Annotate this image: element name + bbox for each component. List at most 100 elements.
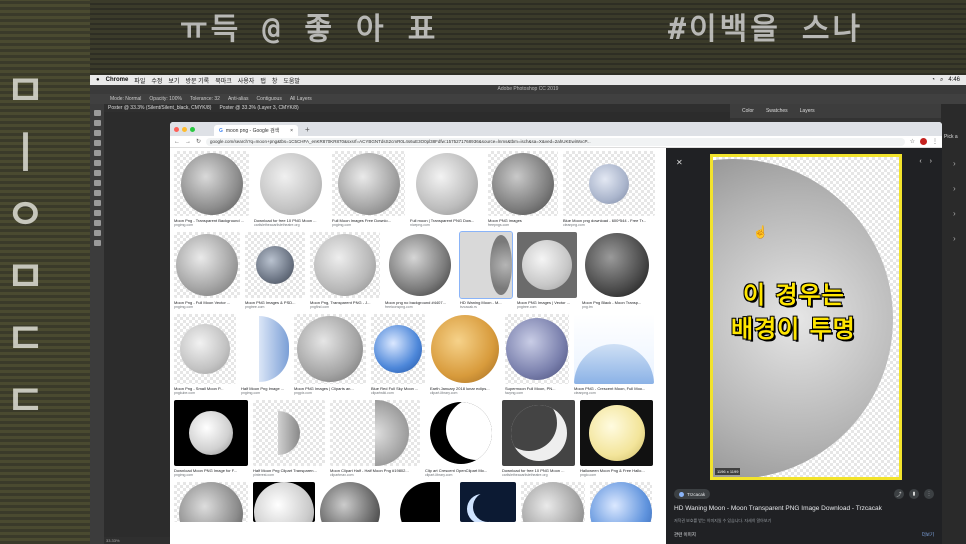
browser-tab[interactable]: G moon png - Google 검색 × bbox=[214, 125, 298, 136]
result-item[interactable]: Moon PNG - Crescent Moon, Full Moo... cl… bbox=[574, 314, 654, 395]
share-icon[interactable]: ⤴ bbox=[894, 489, 904, 499]
menubar-clock[interactable]: 4:46 bbox=[948, 77, 960, 84]
menu-item-view[interactable]: 보기 bbox=[168, 76, 179, 85]
option-opacity[interactable]: Opacity: 100% bbox=[149, 96, 182, 102]
result-item[interactable] bbox=[253, 482, 315, 522]
result-item[interactable]: Blue Moon png download - 600*544 - Free … bbox=[563, 151, 655, 227]
result-item[interactable]: Moon Png - Small Moon P... pngkube.com bbox=[174, 314, 236, 395]
doc-tab-1[interactable]: Poster @ 33.3% (Silent/Silent_black, CMY… bbox=[108, 105, 211, 111]
panel-tab-swatches[interactable]: Swatches bbox=[766, 108, 788, 114]
reload-icon[interactable]: ↻ bbox=[196, 138, 201, 145]
result-item[interactable]: Earth January 2018 lunar eclips... clipa… bbox=[430, 314, 500, 395]
lasso-tool-icon[interactable] bbox=[93, 130, 101, 136]
result-item[interactable]: Download Moon PNG Image for F... pngimg.… bbox=[174, 400, 248, 477]
chevron-left-icon[interactable]: ‹ bbox=[919, 158, 921, 165]
more-options-icon[interactable]: ⋮ bbox=[924, 489, 934, 499]
result-item[interactable]: Download for free 10 PNG Moon ... carlis… bbox=[502, 400, 575, 477]
result-item[interactable]: Moon PNG Images | Vector ... pngtree.com bbox=[517, 232, 577, 309]
option-contiguous[interactable]: Contiguous bbox=[257, 96, 282, 102]
search-icon[interactable]: ⌕ bbox=[940, 77, 943, 84]
result-item[interactable] bbox=[590, 482, 652, 522]
preview-title[interactable]: HD Waning Moon - Moon Transparent PNG Im… bbox=[674, 505, 882, 512]
result-item[interactable]: Moon Clipart Half - Half Moon Png #19802… bbox=[330, 400, 420, 477]
result-item[interactable]: Moon Png - Full Moon Vector ... pngimg.c… bbox=[174, 232, 240, 309]
close-icon[interactable]: ✕ bbox=[676, 158, 683, 167]
menu-item-people[interactable]: 사용자 bbox=[238, 76, 255, 85]
maximize-window-icon[interactable] bbox=[190, 126, 195, 132]
menu-app-name[interactable]: Chrome bbox=[106, 77, 129, 83]
result-item[interactable]: Moon PNG Images & PSD... pngtree.com bbox=[245, 232, 305, 309]
menu-item-file[interactable]: 파일 bbox=[134, 76, 145, 85]
source-site-chip[interactable]: Trzcacak bbox=[674, 489, 711, 499]
hand-tool-icon[interactable] bbox=[93, 230, 101, 236]
minimize-window-icon[interactable] bbox=[182, 126, 187, 132]
result-item[interactable]: Full Moon Images Free Downlo... pngimg.c… bbox=[332, 151, 405, 227]
result-item[interactable]: Halloween Moon Png & Free Hallo... pngio… bbox=[580, 400, 653, 477]
move-tool-icon[interactable] bbox=[93, 110, 101, 116]
menu-item-window[interactable]: 창 bbox=[272, 76, 278, 85]
result-item[interactable]: Moon png no background #4407... freeicon… bbox=[385, 232, 455, 309]
moon-thumbnail bbox=[254, 482, 314, 522]
result-item[interactable] bbox=[385, 482, 455, 522]
menu-item-edit[interactable]: 수정 bbox=[151, 76, 162, 85]
result-item[interactable]: Moon PNG Images | Cliparts an... pngpix.… bbox=[294, 314, 366, 395]
result-item[interactable]: Moon Png Black - Moon Transp... png.tm bbox=[582, 232, 652, 309]
bookmark-icon[interactable]: ▮ bbox=[909, 489, 919, 499]
result-item[interactable]: Full moon | Transparent PNG Dow... nicep… bbox=[410, 151, 483, 227]
result-item[interactable] bbox=[320, 482, 380, 522]
result-item[interactable]: Moon Png, Transparent PNG - J... pngfind… bbox=[310, 232, 380, 309]
new-tab-icon[interactable]: + bbox=[305, 125, 310, 134]
result-item[interactable] bbox=[174, 482, 248, 522]
view-more-link[interactable]: 더보기 bbox=[922, 532, 934, 538]
close-tab-icon[interactable]: × bbox=[290, 128, 293, 134]
result-item[interactable]: Moon PNG images freepngs.com bbox=[488, 151, 558, 227]
menu-dots-icon[interactable]: ⋮ bbox=[932, 138, 938, 145]
menu-item-help[interactable]: 도움말 bbox=[283, 76, 300, 85]
text-tool-icon[interactable] bbox=[93, 220, 101, 226]
eyedropper-tool-icon[interactable] bbox=[93, 160, 101, 166]
result-item[interactable]: Clip art Crescent OpenClipart Mo... clip… bbox=[425, 400, 497, 477]
url-input[interactable]: google.com/search?q=moon+png&tbs=1C5CHFA… bbox=[206, 137, 905, 146]
result-item[interactable] bbox=[521, 482, 585, 522]
brush-tool-icon[interactable] bbox=[93, 170, 101, 176]
panel-tab-layers[interactable]: Layers bbox=[800, 108, 815, 114]
result-item[interactable]: Blue Red Full Sky Moon ... clipartwiki.c… bbox=[371, 314, 425, 395]
menu-item-tab[interactable]: 탭 bbox=[260, 76, 266, 85]
preview-image[interactable]: ☝ 이 경우는 배경이 투명 1196 x 1199 bbox=[710, 154, 902, 480]
bookmark-star-icon[interactable]: ☆ bbox=[910, 138, 915, 145]
option-tolerance[interactable]: Tolerance: 32 bbox=[190, 96, 220, 102]
option-anti-alias[interactable]: Anti-alias bbox=[228, 96, 249, 102]
chevron-right-icon[interactable]: › bbox=[953, 184, 956, 193]
menu-item-history[interactable]: 방문 기록 bbox=[185, 76, 209, 85]
marquee-tool-icon[interactable] bbox=[93, 120, 101, 126]
eraser-tool-icon[interactable] bbox=[93, 190, 101, 196]
forward-icon[interactable]: → bbox=[185, 139, 191, 145]
zoom-tool-icon[interactable] bbox=[93, 240, 101, 246]
result-item[interactable]: Supermoon Full Moon, PN... favpng.com bbox=[505, 314, 569, 395]
doc-tab-2[interactable]: Poster @ 33.3% (Layer 3, CMYK/8) bbox=[219, 105, 298, 111]
result-item[interactable]: Half Moon Png Image ... pngimg.com bbox=[241, 314, 289, 395]
stamp-tool-icon[interactable] bbox=[93, 180, 101, 186]
wifi-icon[interactable]: ◔ bbox=[931, 77, 935, 84]
result-item[interactable]: Half Moon Png Clipart Transparen... pint… bbox=[253, 400, 325, 477]
result-item[interactable]: Download for free 10 PNG Moon ... carlis… bbox=[254, 151, 327, 227]
option-all-layers[interactable]: All Layers bbox=[290, 96, 312, 102]
result-item-selected[interactable]: HD Waning Moon - M... trzcacak.rs bbox=[459, 231, 513, 309]
profile-avatar[interactable] bbox=[920, 138, 927, 145]
option-mode[interactable]: Mode: Normal bbox=[110, 96, 141, 102]
result-item[interactable] bbox=[460, 482, 516, 522]
magic-wand-tool-icon[interactable] bbox=[93, 140, 101, 146]
chevron-right-icon[interactable]: › bbox=[953, 159, 956, 168]
chevron-right-icon[interactable]: › bbox=[953, 234, 956, 243]
chevron-right-icon[interactable]: › bbox=[930, 158, 932, 165]
chevron-right-icon[interactable]: › bbox=[953, 209, 956, 218]
close-window-icon[interactable] bbox=[174, 126, 179, 132]
panel-tab-color[interactable]: Color bbox=[742, 108, 754, 114]
gradient-tool-icon[interactable] bbox=[93, 200, 101, 206]
menu-item-bookmarks[interactable]: 북마크 bbox=[215, 76, 232, 85]
apple-icon[interactable]: ● bbox=[96, 77, 100, 83]
result-item[interactable]: Moon Png - Transparent Background ... pn… bbox=[174, 151, 249, 227]
pen-tool-icon[interactable] bbox=[93, 210, 101, 216]
crop-tool-icon[interactable] bbox=[93, 150, 101, 156]
back-icon[interactable]: ← bbox=[174, 139, 180, 145]
